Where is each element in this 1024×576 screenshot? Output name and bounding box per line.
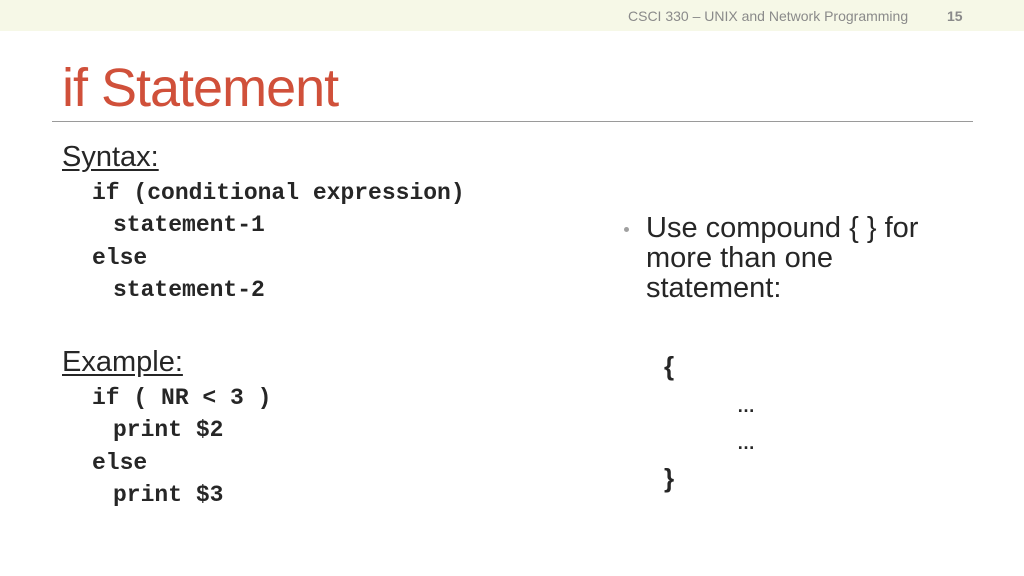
ellipsis-line-1: … — [737, 396, 755, 416]
header-bar: CSCI 330 – UNIX and Network Programming … — [0, 0, 1024, 31]
syntax-line-if: if (conditional expression) — [92, 180, 465, 206]
page-number: 15 — [947, 8, 963, 24]
syntax-line-statement-1: statement-1 — [113, 212, 265, 238]
course-title: CSCI 330 – UNIX and Network Programming — [628, 8, 909, 24]
example-line-else: else — [92, 450, 148, 476]
example-line-print-3: print $3 — [113, 482, 224, 508]
syntax-heading: Syntax: — [62, 141, 159, 173]
bullet-icon — [624, 227, 629, 232]
example-line-print-2: print $2 — [113, 417, 224, 443]
close-brace: } — [664, 463, 675, 493]
example-line-if: if ( NR < 3 ) — [92, 385, 272, 411]
bullet-text: Use compound { } for more than one state… — [646, 212, 919, 304]
title-divider — [52, 121, 973, 122]
syntax-line-else: else — [92, 245, 148, 271]
open-brace: { — [664, 351, 675, 381]
syntax-line-statement-2: statement-2 — [113, 277, 265, 303]
slide-title: if Statement — [62, 58, 339, 118]
ellipsis-line-2: … — [737, 433, 755, 453]
example-heading: Example: — [62, 346, 183, 378]
